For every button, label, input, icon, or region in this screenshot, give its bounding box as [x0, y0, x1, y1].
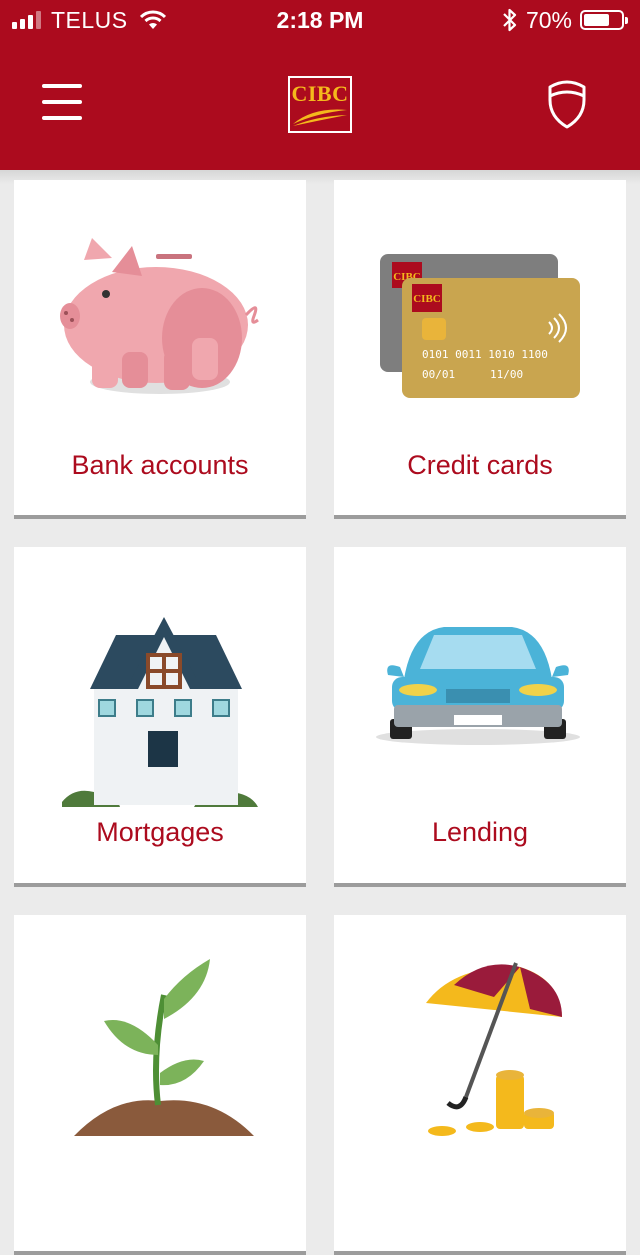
- svg-text:00/01: 00/01: [422, 368, 455, 381]
- tile-label: Lending: [431, 817, 529, 847]
- shield-icon[interactable]: [545, 76, 589, 130]
- tile-credit-cards[interactable]: CIBC CIBC 0101 0011 1010 1100 00/01 11/0…: [334, 180, 626, 519]
- car-icon: [376, 627, 580, 745]
- umbrella-coins-icon: [426, 962, 562, 1136]
- svg-text:CIBC: CIBC: [413, 293, 441, 305]
- tile-lending[interactable]: Lending: [334, 547, 626, 887]
- tile-label: Bank accounts: [71, 450, 249, 480]
- house-icon: [62, 617, 258, 807]
- cibc-logo: CIBC: [288, 76, 352, 133]
- battery-percent: 70%: [525, 6, 572, 33]
- battery-icon: [580, 10, 628, 30]
- tile-insurance[interactable]: [334, 915, 626, 1255]
- tile-label: Credit cards: [407, 450, 553, 480]
- tile-bank-accounts[interactable]: Bank accounts: [14, 180, 306, 519]
- logo-swoosh: [293, 109, 347, 126]
- plant-icon: [74, 959, 254, 1136]
- status-right: 70%: [502, 6, 628, 34]
- logo-text: CIBC: [291, 81, 349, 106]
- hamburger-menu-icon[interactable]: [42, 84, 82, 122]
- tile-label: Mortgages: [96, 817, 224, 847]
- tile-mortgages[interactable]: Mortgages: [14, 547, 306, 887]
- bluetooth-icon: [503, 8, 517, 32]
- credit-cards-icon: CIBC CIBC 0101 0011 1010 1100 00/01 11/0…: [380, 254, 580, 398]
- svg-text:11/00: 11/00: [490, 368, 523, 381]
- status-bar: TELUS 2:18 PM 70%: [0, 0, 640, 40]
- app-header: CIBC: [0, 40, 640, 170]
- svg-text:0101 0011 1010 1100: 0101 0011 1010 1100: [422, 348, 548, 361]
- tile-investments[interactable]: [14, 915, 306, 1255]
- piggy-bank-icon: [60, 238, 259, 394]
